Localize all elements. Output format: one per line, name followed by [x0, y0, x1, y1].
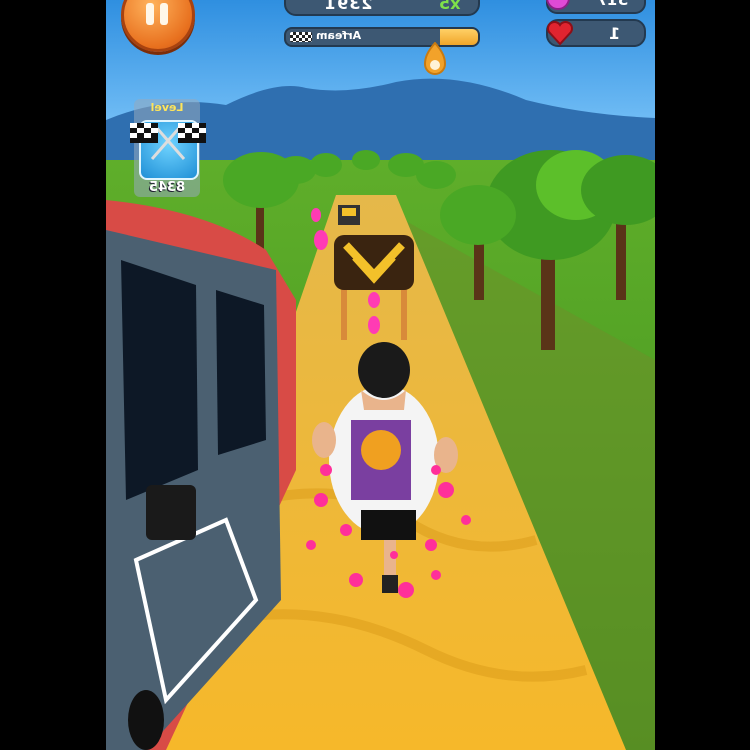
pause-icon-bar-left: [146, 3, 154, 25]
crossed-flags-icon: [130, 123, 206, 160]
bus-mirror: [146, 485, 196, 540]
score-panel: 2391 x5: [284, 0, 480, 16]
checkered-flag-icon: [290, 32, 312, 42]
lives-count: 1: [608, 24, 620, 43]
level-value: 8345: [148, 180, 186, 195]
distant-vehicle: [338, 205, 360, 225]
level-badge: Level 8345: [130, 99, 206, 197]
heart-icon: [546, 20, 574, 46]
location-marker-icon: [423, 42, 447, 75]
level-title: Level: [150, 101, 184, 114]
score-multiplier: x5: [438, 0, 460, 13]
gems-panel: 517: [546, 0, 646, 14]
gems-count: 517: [596, 0, 628, 9]
level-progress-bar: Arfeam: [284, 27, 480, 47]
gem-icon: [546, 0, 570, 10]
bus-wheel: [128, 690, 164, 750]
lives-panel: 1: [546, 19, 646, 47]
pause-icon-bar-right: [160, 3, 168, 25]
score-value: 2391: [324, 0, 373, 13]
game-viewport[interactable]: 2391 x5 Arfeam 517 1 Level 8345: [106, 0, 655, 750]
progress-player-name: Arfeam: [316, 29, 362, 42]
